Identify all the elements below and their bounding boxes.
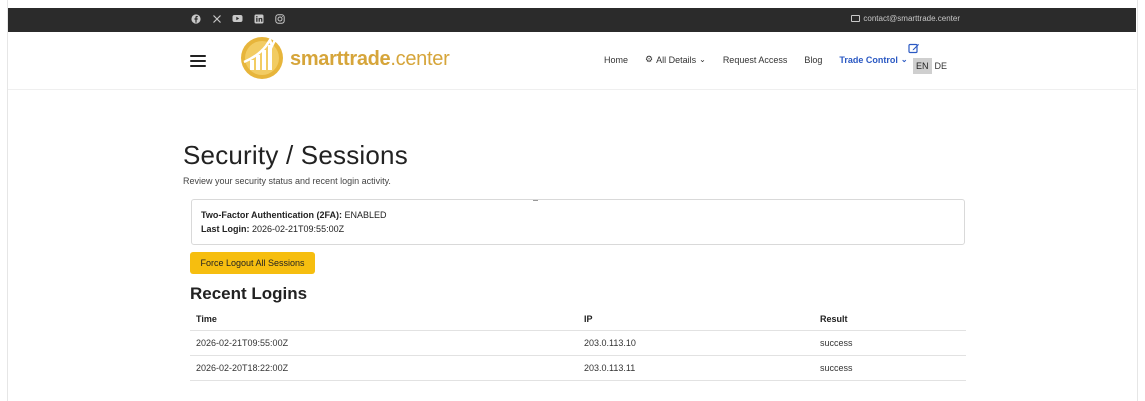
twofa-value: ENABLED (344, 210, 387, 220)
brand-logo-text[interactable]: smarttrade.center (290, 48, 450, 71)
social-links (190, 13, 285, 24)
linkedin-icon[interactable] (253, 13, 264, 24)
top-bar: contact@smarttrade.center (8, 8, 1136, 32)
window-left-edge (0, 0, 8, 401)
nav-all-details[interactable]: ⚙ All Details ⌄ (645, 54, 706, 65)
table-header: Time IP Result (190, 308, 966, 331)
recent-logins-table: Time IP Result 2026-02-21T09:55:00Z 203.… (190, 308, 966, 381)
x-icon[interactable] (211, 13, 222, 24)
hamburger-menu-icon[interactable] (190, 55, 206, 67)
card-drag-handle (533, 200, 538, 201)
facebook-icon[interactable] (190, 13, 201, 24)
last-login-row: Last Login: 2026-02-21T09:55:00Z (201, 222, 955, 236)
table-row: 2026-02-20T18:22:00Z 203.0.113.11 succes… (190, 356, 966, 381)
twofa-label: Two-Factor Authentication (2FA): (201, 210, 342, 220)
nav-home[interactable]: Home (604, 55, 628, 65)
column-header-ip: IP (584, 314, 593, 324)
chevron-down-icon: ⌄ (699, 55, 706, 64)
last-login-label: Last Login: (201, 224, 250, 234)
nav-request-access[interactable]: Request Access (723, 55, 788, 65)
twofa-status-row: Two-Factor Authentication (2FA): ENABLED (201, 208, 955, 222)
recent-logins-title: Recent Logins (190, 284, 308, 303)
brand-suffix: .center (390, 48, 450, 70)
lang-de-button[interactable]: DE (932, 58, 951, 74)
login-ip-cell: 203.0.113.11 (584, 363, 636, 373)
page-title: Security / Sessions (183, 140, 408, 170)
login-result-cell: success (820, 338, 853, 348)
nav-trade-control-label: Trade Control (839, 54, 898, 65)
table-row: 2026-02-21T09:55:00Z 203.0.113.10 succes… (190, 331, 966, 356)
login-ip-cell: 203.0.113.10 (584, 338, 636, 348)
contact-email-text: contact@smarttrade.center (863, 14, 960, 23)
youtube-icon[interactable] (232, 13, 243, 24)
mail-icon (851, 15, 861, 22)
page-header: Security / Sessions Review your security… (183, 140, 973, 186)
nav-links: Home ⚙ All Details ⌄ Request Access Blog… (604, 54, 925, 65)
logo-icon[interactable] (236, 32, 288, 80)
login-time-cell: 2026-02-20T18:22:00Z (196, 363, 289, 373)
nav-trade-control[interactable]: Trade Control ⌄ (839, 55, 907, 65)
security-status-card: Two-Factor Authentication (2FA): ENABLED… (191, 199, 965, 245)
main-navbar: smarttrade.center Home ⚙ All Details ⌄ R… (8, 32, 1136, 90)
login-time-cell: 2026-02-21T09:55:00Z (196, 338, 289, 348)
cog-icon: ⚙ (645, 54, 654, 64)
nav-all-details-label: All Details (656, 54, 697, 65)
edit-icon[interactable] (908, 42, 920, 54)
nav-blog[interactable]: Blog (804, 55, 822, 65)
language-switcher: EN DE (913, 58, 950, 74)
chevron-down-icon: ⌄ (900, 55, 908, 64)
last-login-value: 2026-02-21T09:55:00Z (252, 224, 345, 234)
instagram-icon[interactable] (274, 13, 285, 24)
contact-email-link[interactable]: contact@smarttrade.center (851, 14, 960, 23)
login-result-cell: success (820, 363, 853, 373)
page-subtitle: Review your security status and recent l… (183, 176, 391, 186)
lang-en-button[interactable]: EN (913, 58, 932, 74)
column-header-time: Time (196, 314, 217, 324)
window-right-edge (1137, 0, 1145, 401)
force-logout-button[interactable]: Force Logout All Sessions (190, 252, 315, 274)
column-header-result: Result (820, 314, 848, 324)
brand-name: smarttrade (290, 48, 391, 70)
